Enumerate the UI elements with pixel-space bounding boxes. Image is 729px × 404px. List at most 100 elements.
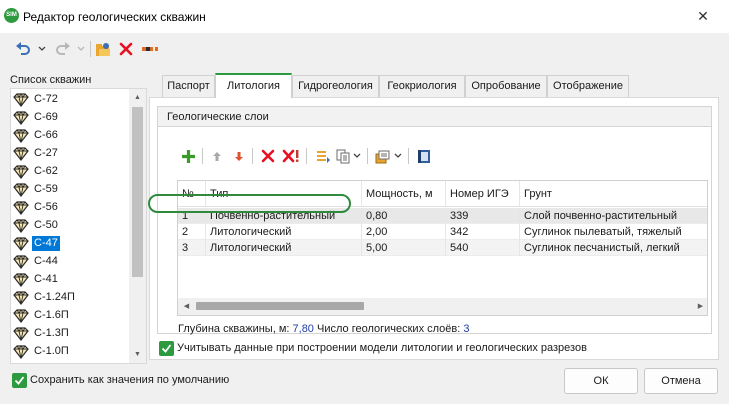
scroll-down-icon[interactable]: ▼	[129, 346, 146, 363]
well-list[interactable]: С-72 С-69 С-66 С-27 С-62 С-59 С-56 С-50 С-47 С-44…	[10, 88, 147, 364]
cell-soil[interactable]: Слой почвенно-растительный	[520, 208, 707, 224]
col-header-ige[interactable]: Номер ИГЭ	[446, 181, 520, 207]
col-header-num[interactable]: №	[178, 181, 206, 207]
redo-dropdown-button[interactable]	[75, 39, 87, 59]
well-list-scrollbar[interactable]: ▲ ▼	[129, 89, 146, 363]
layers-table[interactable]: № Тип Мощность, м Номер ИГЭ Грунт 1 Почве…	[177, 180, 708, 316]
well-marker-button[interactable]	[139, 39, 161, 59]
well-list-item[interactable]: С-50	[12, 217, 60, 234]
well-list-item[interactable]: С-62	[12, 163, 60, 180]
table-row[interactable]: 1 Почвенно-растительный 0,80 339 Слой почвен…	[178, 208, 707, 224]
col-header-soil[interactable]: Грунт	[520, 181, 707, 207]
well-diamond-icon	[12, 344, 30, 359]
undo-button[interactable]	[12, 39, 34, 59]
soil-dropdown-button[interactable]	[393, 144, 403, 168]
cell-type[interactable]: Литологический	[206, 240, 362, 256]
cell-type[interactable]: Почвенно-растительный	[206, 208, 362, 224]
delete-well-button[interactable]	[116, 39, 136, 59]
chevron-down-icon	[353, 153, 361, 158]
well-list-item[interactable]: С-1.3П	[12, 325, 71, 342]
well-list-item[interactable]: С-47	[12, 235, 60, 252]
tab-lithology[interactable]: Литология	[215, 73, 292, 98]
well-list-item[interactable]: С-69	[12, 109, 60, 126]
cell-ige[interactable]: 540	[446, 240, 520, 256]
scroll-left-icon[interactable]: ◀	[178, 298, 195, 315]
tab-hydrogeology[interactable]: Гидрогеология	[292, 75, 379, 97]
cell-thickness[interactable]: 5,00	[362, 240, 446, 256]
open-well-button[interactable]	[93, 39, 113, 59]
cell-num[interactable]: 1	[178, 208, 206, 224]
ok-button[interactable]: ОК	[564, 368, 638, 394]
cell-ige[interactable]: 339	[446, 208, 520, 224]
copy-layers-button[interactable]	[334, 144, 352, 168]
well-list-item[interactable]: С-1.0П	[12, 343, 71, 360]
scroll-right-icon[interactable]: ▶	[692, 298, 707, 315]
undo-dropdown-button[interactable]	[36, 39, 48, 59]
cell-soil[interactable]: Суглинок пылеватый, тяжелый	[520, 224, 707, 240]
table-header: № Тип Мощность, м Номер ИГЭ Грунт	[178, 181, 707, 207]
col-header-type[interactable]: Тип	[206, 181, 362, 207]
plus-icon	[181, 149, 195, 163]
well-diamond-icon	[12, 182, 30, 197]
scrollbar-thumb[interactable]	[132, 107, 143, 277]
cell-type[interactable]: Литологический	[206, 224, 362, 240]
table-row[interactable]: 3 Литологический 5,00 540 Суглинок песчанист…	[178, 240, 707, 256]
well-list-item[interactable]: С-59	[12, 181, 60, 198]
use-data-label[interactable]: Учитывать данные при построении модели л…	[177, 342, 587, 354]
chevron-down-icon	[38, 46, 46, 51]
cell-num[interactable]: 3	[178, 240, 206, 256]
well-list-item-label: С-44	[34, 255, 58, 267]
well-list-item[interactable]: С-1.6П	[12, 307, 71, 324]
tab-passport[interactable]: Паспорт	[162, 75, 215, 97]
close-button[interactable]: ✕	[689, 4, 717, 28]
table-row[interactable]: 2 Литологический 2,00 342 Суглинок пылеватый…	[178, 224, 707, 240]
well-list-item[interactable]: С-72	[12, 91, 60, 108]
cell-soil[interactable]: Суглинок песчанистый, легкий	[520, 240, 707, 256]
redo-button[interactable]	[52, 39, 74, 59]
toolbar-separator	[90, 41, 91, 57]
well-list-item-label: С-41	[34, 273, 58, 285]
col-header-thickness[interactable]: Мощность, м	[362, 181, 446, 207]
add-layer-button[interactable]	[178, 144, 198, 168]
toolbar-separator	[306, 148, 307, 164]
delete-layer-button[interactable]	[258, 144, 278, 168]
cell-thickness[interactable]: 2,00	[362, 224, 446, 240]
well-diamond-icon	[12, 236, 30, 251]
move-down-button[interactable]	[230, 144, 248, 168]
tab-display[interactable]: Отображение	[547, 75, 629, 97]
import-layers-button[interactable]	[312, 144, 332, 168]
cancel-button[interactable]: Отмена	[644, 368, 718, 394]
copy-dropdown-button[interactable]	[352, 144, 362, 168]
cell-ige[interactable]: 342	[446, 224, 520, 240]
move-up-button[interactable]	[208, 144, 226, 168]
well-list-item[interactable]: С-56	[12, 199, 60, 216]
app-logo-text: SIM	[6, 12, 17, 18]
scrollbar-thumb[interactable]	[196, 302, 364, 310]
scroll-up-icon[interactable]: ▲	[129, 89, 146, 106]
report-icon	[418, 149, 430, 163]
delete-all-layers-button[interactable]	[280, 144, 302, 168]
well-list-item[interactable]: С-1.24П	[12, 289, 77, 306]
well-list-item[interactable]: С-44	[12, 253, 60, 270]
well-list-item-label: С-66	[34, 129, 58, 141]
well-list-item-label: С-62	[34, 165, 58, 177]
well-list-item[interactable]: С-27	[12, 145, 60, 162]
well-list-item-label: С-47	[32, 236, 60, 251]
cell-thickness[interactable]: 0,80	[362, 208, 446, 224]
tab-geocryology[interactable]: Геокриология	[379, 75, 465, 97]
well-diamond-icon	[12, 128, 30, 143]
report-button[interactable]	[414, 144, 434, 168]
arrow-up-icon	[213, 151, 221, 161]
cell-num[interactable]: 2	[178, 224, 206, 240]
table-h-scrollbar[interactable]: ◀ ▶	[178, 298, 707, 315]
well-list-item[interactable]: С-41	[12, 271, 60, 288]
save-default-checkbox[interactable]	[12, 373, 27, 388]
well-list-item-label: С-27	[34, 147, 58, 159]
well-diamond-icon	[12, 218, 30, 233]
use-data-checkbox[interactable]	[159, 341, 174, 356]
undo-icon	[16, 42, 30, 55]
well-list-item[interactable]: С-66	[12, 127, 60, 144]
tab-sampling[interactable]: Опробование	[465, 75, 547, 97]
save-default-label[interactable]: Сохранить как значения по умолчанию	[30, 374, 229, 386]
soil-settings-button[interactable]	[373, 144, 393, 168]
